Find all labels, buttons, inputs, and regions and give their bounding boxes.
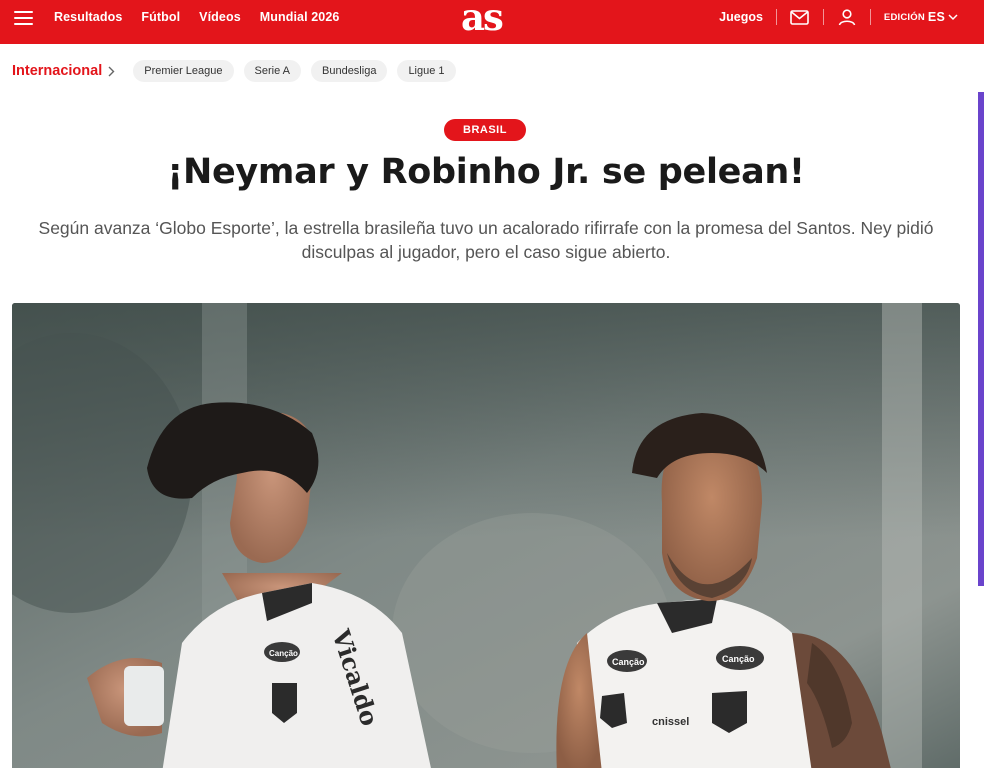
nav-link-resultados[interactable]: Resultados	[54, 10, 122, 24]
category-badge[interactable]: BRASIL	[444, 119, 526, 141]
divider	[869, 9, 871, 25]
divider	[775, 9, 777, 25]
pill-ligue-1[interactable]: Ligue 1	[397, 60, 456, 82]
divider	[822, 9, 824, 25]
article-title: ¡Neymar y Robinho Jr. se pelean!	[167, 152, 805, 192]
top-bar: Resultados Fútbol Vídeos Mundial 2026 as…	[0, 0, 984, 44]
hero-photo: Vicaldo Canção Canção Canção cnissel	[12, 303, 960, 768]
pill-bundesliga[interactable]: Bundesliga	[311, 60, 388, 82]
edition-label: EDICIÓN	[883, 11, 925, 23]
main-nav: Resultados Fútbol Vídeos Mundial 2026	[54, 0, 339, 34]
nav-link-mundial-2026[interactable]: Mundial 2026	[260, 10, 340, 24]
user-icon[interactable]	[837, 7, 857, 27]
section-link-internacional[interactable]: Internacional	[12, 63, 115, 79]
league-pills: Premier League Serie A Bundesliga Ligue …	[133, 60, 456, 82]
edition-value: ES	[927, 10, 945, 24]
mail-icon[interactable]	[790, 7, 810, 27]
chevron-right-icon	[108, 66, 115, 76]
header-right-nav: Juegos EDICIÓN ES	[719, 0, 958, 34]
edition-selector[interactable]: EDICIÓN ES	[884, 10, 958, 24]
section-subnav: Internacional Premier League Serie A Bun…	[12, 60, 456, 82]
svg-text:Canção: Canção	[269, 649, 298, 658]
nav-link-videos[interactable]: Vídeos	[199, 10, 241, 24]
svg-text:cnissel: cnissel	[652, 716, 689, 728]
games-link[interactable]: Juegos	[719, 10, 763, 24]
section-label: Internacional	[12, 63, 103, 79]
chevron-down-icon	[948, 13, 958, 20]
pill-premier-league[interactable]: Premier League	[133, 60, 234, 82]
as-logo[interactable]: as	[461, 0, 504, 37]
side-ad-strip[interactable]	[978, 92, 984, 586]
pill-serie-a[interactable]: Serie A	[243, 60, 301, 82]
svg-text:Canção: Canção	[722, 654, 755, 664]
svg-text:Canção: Canção	[612, 657, 645, 667]
menu-icon[interactable]	[14, 11, 33, 25]
nav-link-futbol[interactable]: Fútbol	[141, 10, 180, 24]
article-subtitle: Según avanza ‘Globo Esporte’, la estrell…	[38, 218, 934, 262]
